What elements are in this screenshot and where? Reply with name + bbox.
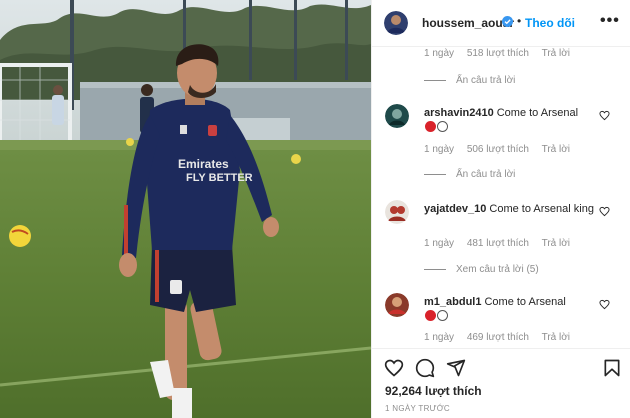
- svg-text:FLY BETTER: FLY BETTER: [186, 172, 253, 184]
- reply-button[interactable]: Trả lời: [542, 144, 570, 155]
- replies-toggle-label: Xem câu trả lời (5): [456, 264, 539, 275]
- comment-meta: 1 ngày 506 lượt thích Trả lời: [424, 144, 580, 155]
- commenter-avatar[interactable]: [385, 104, 409, 128]
- post-timestamp: 1 NGÀY TRƯỚC: [385, 404, 451, 413]
- reply-button[interactable]: Trả lời: [542, 48, 570, 59]
- commenter-avatar[interactable]: [385, 200, 409, 224]
- comments-list[interactable]: 1 ngày 518 lượt thích Trả lời Ẩn câu trả…: [372, 47, 630, 348]
- like-comment-heart-icon[interactable]: [599, 110, 610, 121]
- comment-time: 1 ngày: [424, 144, 455, 155]
- hide-replies-toggle[interactable]: Ẩn câu trả lời: [424, 169, 515, 180]
- like-comment-heart-icon[interactable]: [599, 206, 610, 217]
- white-circle-emoji: [437, 121, 448, 132]
- shirt-sponsor-text: Emirates: [178, 157, 229, 171]
- comment-meta: 1 ngày 481 lượt thích Trả lời: [424, 238, 580, 249]
- replies-toggle-label: Ẩn câu trả lời: [456, 169, 516, 180]
- post-like-count[interactable]: 92,264 lượt thích: [385, 384, 482, 398]
- follow-button[interactable]: Theo dõi: [525, 16, 575, 30]
- divider-line: [424, 173, 446, 175]
- comment-like-count[interactable]: 469 lượt thích: [467, 332, 529, 343]
- hide-replies-toggle[interactable]: Ẩn câu trả lời: [424, 75, 515, 86]
- comment-like-count[interactable]: 481 lượt thích: [467, 238, 529, 249]
- post-header: houssem_aouar • Theo dõi •••: [372, 0, 630, 47]
- comment-text: arshavin2410 Come to Arsenal: [424, 106, 594, 134]
- author-avatar[interactable]: [384, 11, 408, 35]
- more-options-icon[interactable]: •••: [600, 12, 620, 30]
- commenter-username[interactable]: m1_abdul1: [424, 296, 481, 308]
- post-photo[interactable]: Emirates FLY BETTER: [0, 0, 371, 418]
- white-circle-emoji: [437, 310, 448, 321]
- commenter-username[interactable]: arshavin2410: [424, 107, 494, 119]
- post-side-panel: houssem_aouar • Theo dõi ••• 1 ngày 518 …: [371, 0, 630, 418]
- comment-like-count[interactable]: 506 lượt thích: [467, 144, 529, 155]
- heart-icon[interactable]: [384, 358, 404, 378]
- comment-time: 1 ngày: [424, 48, 455, 59]
- comment-body: Come to Arsenal: [496, 107, 579, 119]
- comment-like-count[interactable]: 518 lượt thích: [467, 48, 529, 59]
- reply-button[interactable]: Trả lời: [542, 238, 570, 249]
- share-icon[interactable]: [446, 358, 466, 378]
- red-circle-emoji: [425, 121, 436, 132]
- comment-icon[interactable]: [415, 358, 435, 378]
- comment-time: 1 ngày: [424, 238, 455, 249]
- comment-text: m1_abdul1 Come to Arsenal: [424, 295, 594, 323]
- comment-time: 1 ngày: [424, 332, 455, 343]
- comment-meta: 1 ngày 469 lượt thích Trả lời: [424, 332, 580, 343]
- reply-button[interactable]: Trả lời: [542, 332, 570, 343]
- like-comment-heart-icon[interactable]: [599, 299, 610, 310]
- red-circle-emoji: [425, 310, 436, 321]
- comment-text: yajatdev_10 Come to Arsenal king: [424, 202, 594, 216]
- commenter-username[interactable]: yajatdev_10: [424, 203, 486, 215]
- divider-line: [424, 268, 446, 270]
- commenter-avatar[interactable]: [385, 293, 409, 317]
- header-separator: •: [517, 14, 522, 28]
- bookmark-icon[interactable]: [602, 358, 622, 378]
- verified-badge-icon: [502, 16, 513, 27]
- player-training-photo: Emirates FLY BETTER: [0, 0, 371, 418]
- comment-body: Come to Arsenal: [484, 296, 566, 308]
- post-actions-bar: 92,264 lượt thích 1 NGÀY TRƯỚC: [372, 348, 630, 418]
- divider-line: [424, 79, 446, 81]
- view-replies-toggle[interactable]: Xem câu trả lời (5): [424, 264, 539, 275]
- author-username[interactable]: houssem_aouar: [422, 16, 514, 30]
- comment-body: Come to Arsenal king: [489, 203, 594, 215]
- hide-replies-label: Ẩn câu trả lời: [456, 75, 516, 86]
- comment-meta-partial: 1 ngày 518 lượt thích Trả lời: [424, 48, 580, 59]
